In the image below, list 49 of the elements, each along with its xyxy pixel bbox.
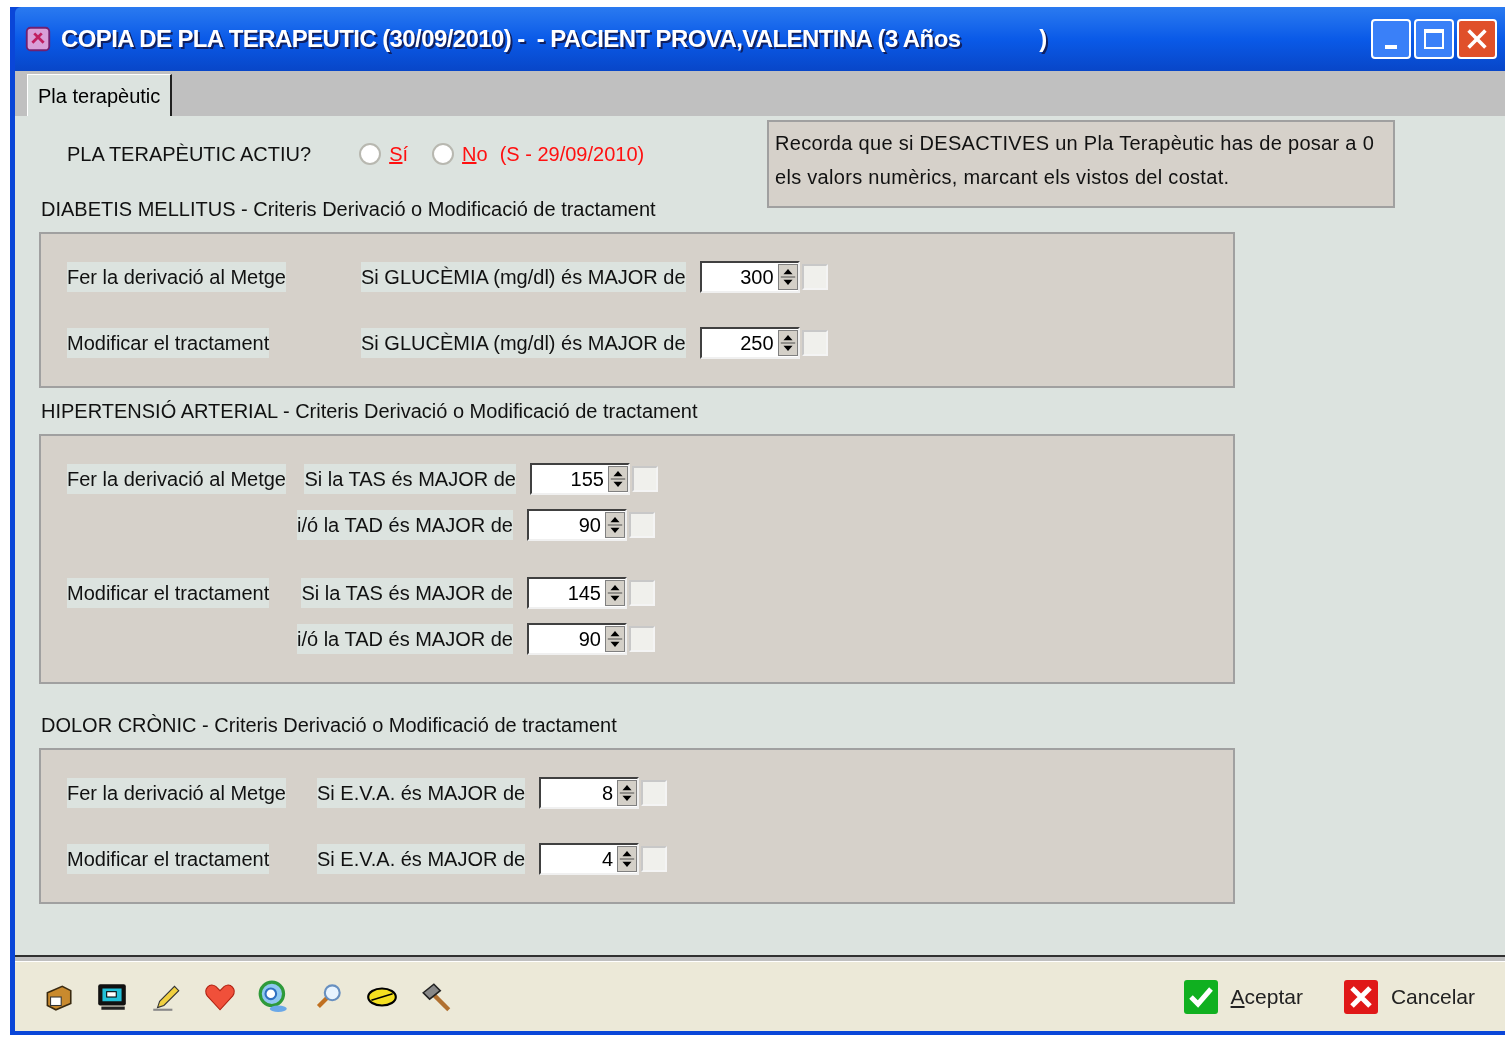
section-heading: HIPERTENSIÓ ARTERIAL - Criteris Derivació o Modificació de tractament <box>40 399 699 424</box>
maximize-button[interactable] <box>1414 19 1454 59</box>
action-label: Fer la derivació al Metge <box>67 262 286 292</box>
condition-label: Si la TAS és MAJOR de <box>301 578 513 608</box>
accept-button[interactable]: Aceptar <box>1182 978 1303 1015</box>
condition-label: i/ó la TAD és MAJOR de <box>297 510 513 540</box>
number-spinner[interactable]: 155 <box>530 463 630 495</box>
tab[interactable]: Pla terapèutic <box>27 74 173 116</box>
checkbox[interactable] <box>632 466 658 492</box>
checkbox[interactable] <box>629 580 655 606</box>
status-note: (S - 29/09/2010) <box>499 142 645 167</box>
checkbox[interactable] <box>801 264 828 290</box>
close-icon <box>1342 978 1379 1015</box>
checkbox[interactable] <box>641 780 668 806</box>
checkbox[interactable] <box>629 512 655 538</box>
window-title: COPIA DE PLA TERAPEUTIC (30/09/2010) - - PACIENT PROVA,VALENTINA (3 Años ) <box>61 24 1048 54</box>
number-spinner[interactable]: 145 <box>527 577 627 609</box>
section-heading: DOLOR CRÒNIC - Criteris Derivació o Modificació de tractament <box>40 713 618 738</box>
condition-label: Si GLUCÈMIA (mg/dl) és MAJOR de <box>361 328 686 358</box>
minimize-button[interactable] <box>1371 19 1411 59</box>
app-icon <box>23 24 53 54</box>
close-button[interactable] <box>1457 19 1497 59</box>
action-label: Fer la derivació al Metge <box>67 464 286 494</box>
checkbox[interactable] <box>801 330 828 356</box>
reminder-note: Recorda que si DESACTIVES un Pla Terapèutic has de posar a 0 els valors numèrics, marcant els vistos del costat. <box>767 120 1395 208</box>
radio-button[interactable] <box>359 143 382 165</box>
number-spinner[interactable]: 250 <box>699 327 800 359</box>
action-label: Fer la derivació al Metge <box>67 778 286 808</box>
number-spinner[interactable]: 300 <box>699 261 800 293</box>
checkbox[interactable] <box>641 846 668 872</box>
condition-label: Si la TAS és MAJOR de <box>304 464 516 494</box>
section-heading: DIABETIS MELLITUS - Criteris Derivació o Modificació de tractament <box>40 197 657 222</box>
question-label: PLA TERAPÈUTIC ACTIU? <box>67 142 312 167</box>
number-spinner[interactable]: 90 <box>527 509 627 541</box>
number-spinner[interactable]: 4 <box>539 843 640 875</box>
condition-label: Si E.V.A. és MAJOR de <box>317 778 526 808</box>
condition-label: Si GLUCÈMIA (mg/dl) és MAJOR de <box>361 262 686 292</box>
action-label: Modificar el tractament <box>67 328 270 358</box>
checkbox[interactable] <box>629 626 655 652</box>
condition-label: Si E.V.A. és MAJOR de <box>317 844 526 874</box>
radio-button[interactable] <box>432 143 455 165</box>
number-spinner[interactable]: 90 <box>527 623 627 655</box>
condition-label: i/ó la TAD és MAJOR de <box>297 624 513 654</box>
check-icon <box>1182 978 1219 1015</box>
cancel-button[interactable]: Cancelar <box>1342 978 1475 1015</box>
close-icon <box>1465 27 1489 51</box>
number-spinner[interactable]: 8 <box>539 777 640 809</box>
action-label: Modificar el tractament <box>67 844 270 874</box>
action-label: Modificar el tractament <box>67 578 270 608</box>
